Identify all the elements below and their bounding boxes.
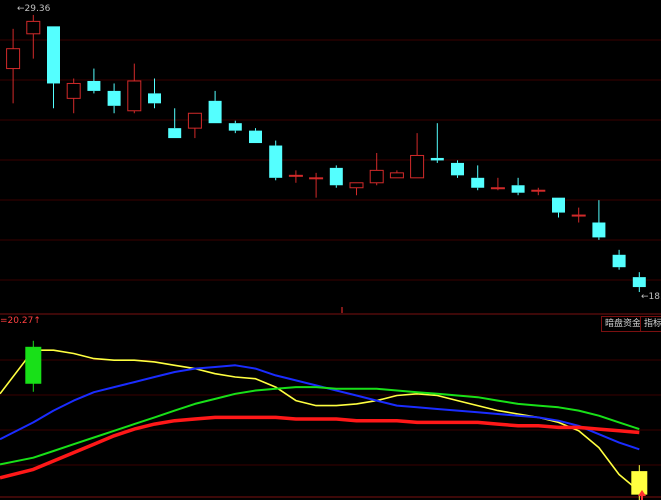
candle-body (26, 20, 41, 35)
candle-19 (369, 152, 384, 186)
candle-23 (451, 160, 464, 178)
candle-27 (531, 187, 546, 196)
candle-body (87, 80, 101, 91)
candle-body (571, 214, 586, 217)
candle-32 (632, 272, 646, 293)
candle-18 (349, 182, 364, 196)
high-price-label: ←29.36 (17, 4, 50, 14)
candle-15 (288, 170, 303, 183)
low-marker-arrow: ← (641, 292, 649, 302)
candle-5 (87, 68, 101, 94)
candle-body (249, 130, 262, 144)
candle-body (187, 112, 202, 129)
candle-4 (66, 78, 81, 114)
candle-28 (552, 197, 565, 218)
candle-22 (430, 123, 444, 163)
candle-body (369, 169, 384, 184)
candle-body (511, 185, 525, 193)
candle-10 (187, 112, 202, 139)
indicator-help-button[interactable]: 指标说 (640, 316, 661, 332)
candle-body (168, 128, 182, 139)
candle-3 (47, 26, 60, 109)
candle-30 (592, 200, 606, 240)
candle-body (471, 177, 485, 188)
candle-20 (389, 170, 404, 179)
candle-21 (410, 133, 425, 179)
candle-6 (107, 83, 121, 114)
candle-12 (228, 120, 242, 134)
indicator-value-label: =20.27↑ (0, 316, 41, 326)
candle-body (309, 177, 324, 180)
candle-body (451, 162, 464, 176)
candle-body (592, 222, 606, 238)
candle-body (269, 145, 283, 178)
candle-25 (490, 177, 505, 191)
signal-body (631, 471, 648, 495)
candle-7 (127, 63, 142, 114)
candle-14 (269, 140, 283, 181)
candle-8 (148, 78, 161, 109)
candle-24 (471, 165, 485, 191)
low-price-value: 18. (648, 292, 661, 302)
candle-body (329, 167, 343, 186)
candle-body (389, 172, 404, 179)
indicator-series (0, 349, 640, 492)
candle-body (612, 254, 626, 268)
candle-body (531, 189, 546, 192)
candle-13 (249, 128, 262, 144)
candle-body (410, 154, 425, 179)
high-price-value: 29.36 (24, 4, 51, 14)
candle-16 (309, 172, 324, 198)
low-price-label: ←18. (641, 292, 661, 302)
candle-26 (511, 177, 525, 196)
candle-body (288, 174, 303, 177)
candle-body (66, 82, 81, 99)
candle-body (632, 277, 646, 288)
indicator-line-red (0, 415, 640, 480)
candle-body (430, 157, 444, 161)
candlestick-series (6, 14, 646, 293)
indicator-value: 20.27 (7, 316, 34, 326)
candle-body (552, 197, 565, 213)
signal-box-green (25, 340, 42, 392)
indicator-up-arrow-icon: ↑ (33, 316, 41, 326)
candle-body (208, 100, 222, 124)
candle-31 (612, 249, 626, 270)
stock-chart-canvas[interactable] (0, 0, 661, 500)
high-marker-arrow: ← (17, 4, 25, 14)
candle-body (6, 48, 21, 70)
candle-body (349, 182, 364, 189)
candle-11 (208, 90, 222, 124)
candle-29 (571, 207, 586, 223)
candle-body (107, 90, 121, 106)
candle-body (47, 26, 60, 84)
indicator-marker: = (0, 316, 8, 326)
candle-17 (329, 165, 343, 188)
dark-pool-funds-button[interactable]: 暗盘资金 (601, 316, 646, 332)
candle-9 (168, 108, 182, 139)
signal-body (25, 346, 42, 384)
candle-body (490, 187, 505, 190)
candle-body (228, 123, 242, 131)
candle-2 (26, 14, 41, 59)
candle-body (127, 80, 142, 112)
candle-body (148, 93, 161, 104)
